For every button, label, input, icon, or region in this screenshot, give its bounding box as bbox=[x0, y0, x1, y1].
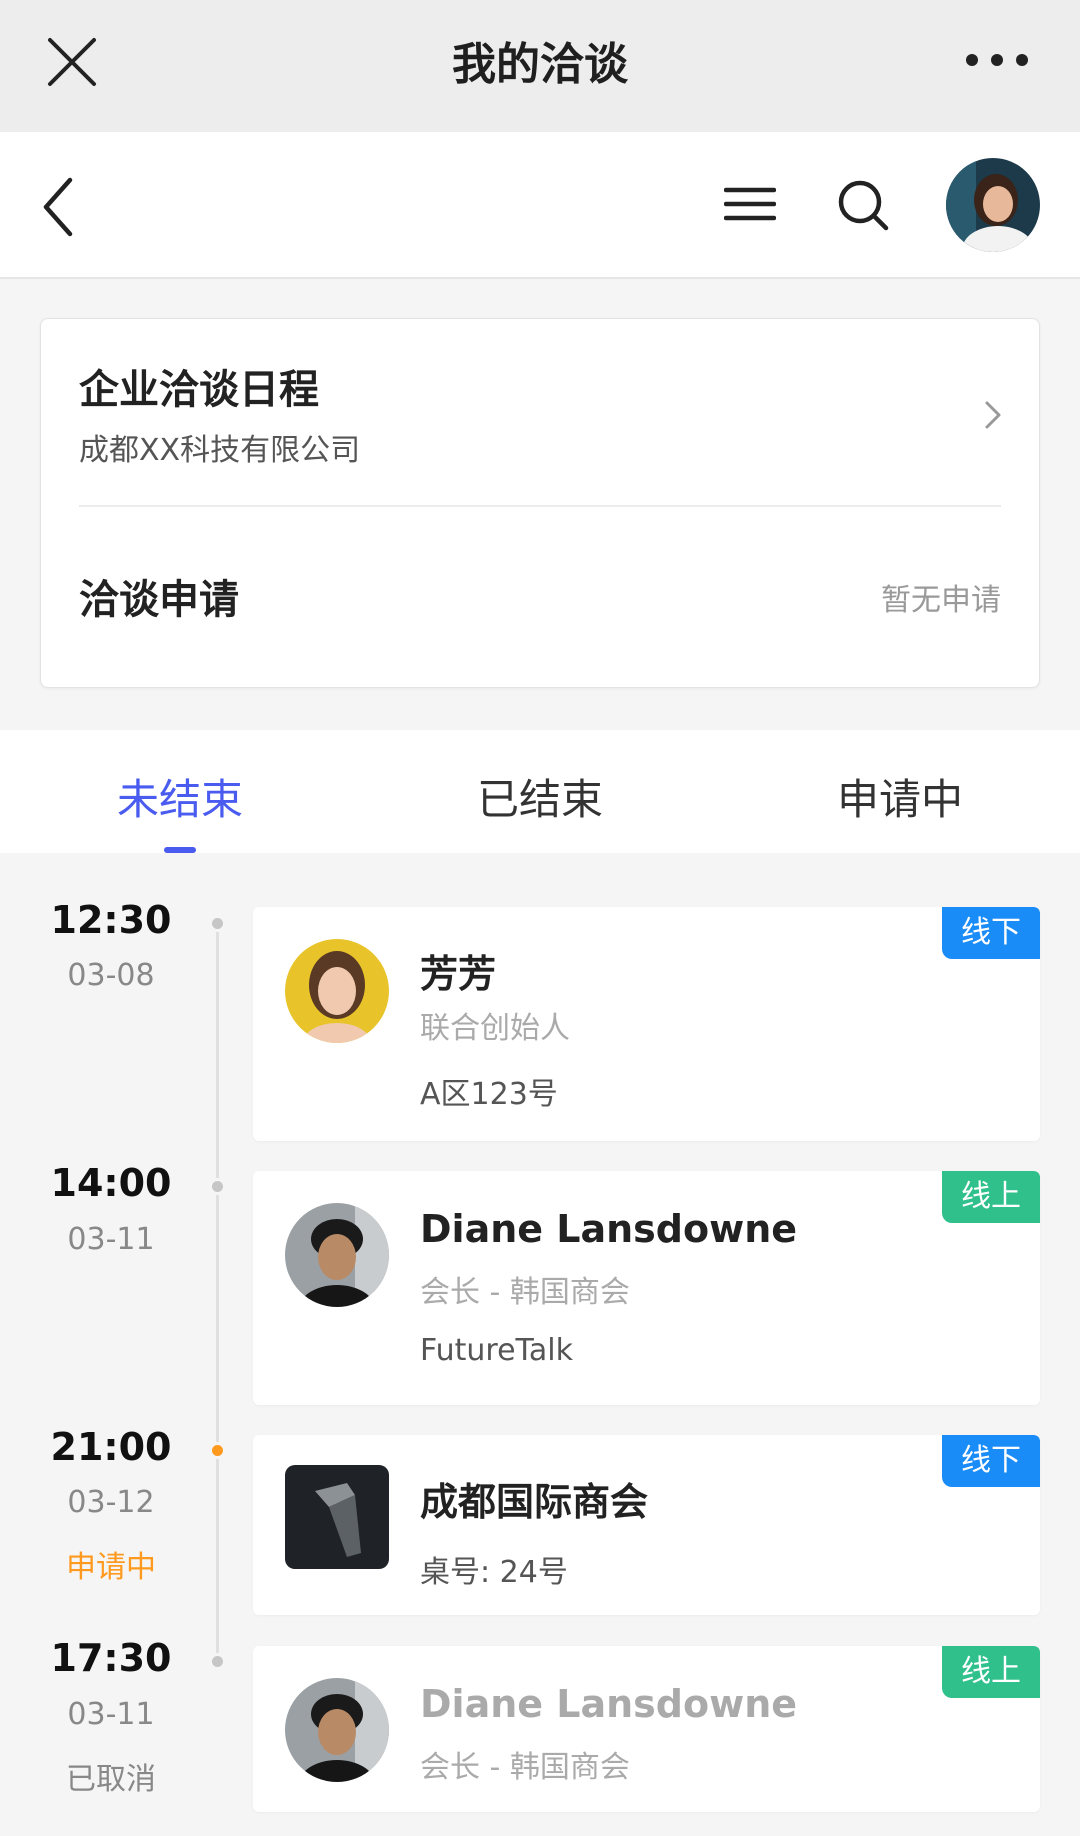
contact-avatar bbox=[285, 1203, 389, 1307]
online-badge: 线上 bbox=[942, 1646, 1040, 1698]
meeting-time: 17:30 bbox=[50, 1636, 172, 1680]
active-tab-indicator bbox=[164, 847, 196, 853]
schedule-row[interactable]: 企业洽谈日程 成都XX科技有限公司 bbox=[41, 319, 1039, 507]
tab-unfinished[interactable]: 未结束 bbox=[30, 766, 330, 827]
meeting-date: 03-08 bbox=[67, 958, 155, 993]
timeline-dot-pending bbox=[209, 1442, 226, 1459]
page-title: 我的洽谈 bbox=[452, 39, 628, 90]
back-arrow-icon[interactable] bbox=[38, 172, 78, 242]
timeline-line bbox=[216, 920, 219, 1660]
search-icon[interactable] bbox=[836, 178, 890, 232]
contact-name: 芳芳 bbox=[420, 952, 497, 996]
contact-name: Diane Lansdowne bbox=[420, 1207, 798, 1251]
app-top-bar: 我的洽谈 bbox=[0, 0, 1080, 132]
meeting-card[interactable]: 线上 Diane Lansdowne 会长 - 韩国商会 FutureTalk bbox=[253, 1171, 1040, 1405]
organization-name: 成都国际商会 bbox=[420, 1480, 649, 1524]
user-avatar[interactable] bbox=[946, 158, 1040, 252]
apply-value: 暂无申请 bbox=[881, 583, 1001, 618]
contact-role: 会长 - 韩国商会 bbox=[420, 1275, 630, 1310]
contact-avatar bbox=[285, 1678, 389, 1782]
organization-logo bbox=[285, 1465, 389, 1569]
meeting-time: 21:00 bbox=[50, 1425, 172, 1469]
meeting-card[interactable]: 线下 芳芳 联合创始人 A区123号 bbox=[253, 907, 1040, 1141]
offline-badge: 线下 bbox=[942, 1435, 1040, 1487]
meeting-status: 已取消 bbox=[66, 1762, 156, 1797]
contact-role: 会长 - 韩国商会 bbox=[420, 1750, 630, 1785]
meeting-time: 14:00 bbox=[50, 1161, 172, 1205]
summary-card: 企业洽谈日程 成都XX科技有限公司 洽谈申请 暂无申请 bbox=[40, 318, 1040, 688]
meeting-location: A区123号 bbox=[420, 1077, 558, 1112]
tab-applying[interactable]: 申请中 bbox=[750, 766, 1050, 827]
apply-row[interactable]: 洽谈申请 暂无申请 bbox=[41, 507, 1039, 687]
chevron-right-icon bbox=[985, 401, 1001, 429]
tab-bar: 未结束 已结束 申请中 bbox=[0, 730, 1080, 853]
table-number: 桌号: 24号 bbox=[420, 1555, 568, 1590]
timeline-dot bbox=[209, 1653, 226, 1670]
offline-badge: 线下 bbox=[942, 907, 1040, 959]
company-name: 成都XX科技有限公司 bbox=[79, 433, 361, 468]
meeting-date: 03-11 bbox=[67, 1222, 155, 1257]
apply-title: 洽谈申请 bbox=[79, 577, 239, 623]
contact-name: Diane Lansdowne bbox=[420, 1682, 798, 1726]
meeting-time: 12:30 bbox=[50, 898, 172, 942]
nav-bar bbox=[0, 132, 1080, 279]
timeline-dot bbox=[209, 1178, 226, 1195]
online-badge: 线上 bbox=[942, 1171, 1040, 1223]
meeting-card-cancelled[interactable]: 线上 Diane Lansdowne 会长 - 韩国商会 bbox=[253, 1646, 1040, 1812]
contact-avatar bbox=[285, 939, 389, 1043]
schedule-title: 企业洽谈日程 bbox=[79, 367, 319, 413]
menu-icon[interactable] bbox=[724, 180, 776, 228]
meeting-card[interactable]: 线下 成都国际商会 桌号: 24号 bbox=[253, 1435, 1040, 1615]
tab-finished[interactable]: 已结束 bbox=[390, 766, 690, 827]
contact-role: 联合创始人 bbox=[420, 1011, 570, 1046]
meeting-date: 03-12 bbox=[67, 1485, 155, 1520]
meeting-date: 03-11 bbox=[67, 1697, 155, 1732]
meeting-location: FutureTalk bbox=[420, 1333, 573, 1368]
timeline-dot bbox=[209, 915, 226, 932]
more-icon[interactable] bbox=[962, 40, 1032, 80]
meeting-status: 申请中 bbox=[66, 1550, 156, 1585]
